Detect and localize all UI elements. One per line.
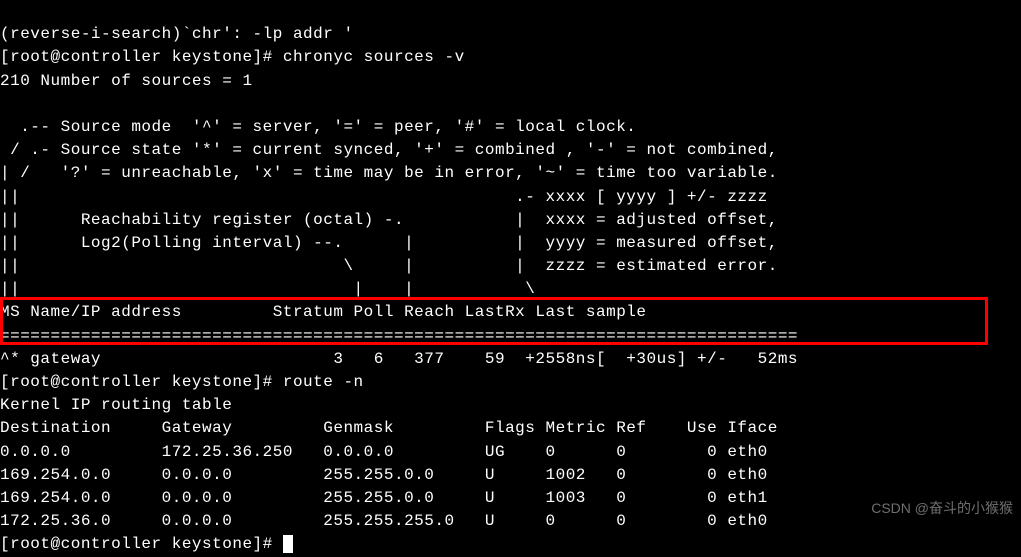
line-legend-offset: || .- xxxx [ yyyy ] +/- zzzz xyxy=(0,188,768,206)
line-routing-title: Kernel IP routing table xyxy=(0,396,232,414)
line-legend-poll: || Log2(Polling interval) --. | | yyyy =… xyxy=(0,234,778,252)
line-route-3: 169.254.0.0 0.0.0.0 255.255.0.0 U 1003 0… xyxy=(0,489,768,507)
line-legend-branch: || | | \ xyxy=(0,280,535,298)
line-legend-mode: .-- Source mode '^' = server, '=' = peer… xyxy=(0,118,636,136)
cursor xyxy=(283,535,293,553)
line-legend-state2: | / '?' = unreachable, 'x' = time may be… xyxy=(0,164,778,182)
line-route-2: 169.254.0.0 0.0.0.0 255.255.0.0 U 1002 0… xyxy=(0,466,768,484)
line-routing-header: Destination Gateway Genmask Flags Metric… xyxy=(0,419,778,437)
line-header: MS Name/IP address Stratum Poll Reach La… xyxy=(0,303,647,321)
line-prompt-current: [root@controller keystone]# xyxy=(0,535,283,553)
line-legend-reach: || Reachability register (octal) -. | xx… xyxy=(0,211,778,229)
line-legend-error: || \ | | zzzz = estimated error. xyxy=(0,257,778,275)
line-gateway-source: ^* gateway 3 6 377 59 +2558ns[ +30us] +/… xyxy=(0,350,798,368)
line-prev: (reverse-i-search)`chr': -lp addr ' xyxy=(0,25,354,43)
terminal-output[interactable]: (reverse-i-search)`chr': -lp addr ' [roo… xyxy=(0,0,1021,557)
line-route-4: 172.25.36.0 0.0.0.0 255.255.255.0 U 0 0 … xyxy=(0,512,768,530)
line-legend-state: / .- Source state '*' = current synced, … xyxy=(0,141,778,159)
watermark-text: CSDN @奋斗的小猴猴 xyxy=(871,498,1013,518)
line-separator: ========================================… xyxy=(0,327,798,345)
line-sources-count: 210 Number of sources = 1 xyxy=(0,72,253,90)
line-prompt-route: [root@controller keystone]# route -n xyxy=(0,373,364,391)
line-route-1: 0.0.0.0 172.25.36.250 0.0.0.0 UG 0 0 0 e… xyxy=(0,443,768,461)
line-prompt-chronyc: [root@controller keystone]# chronyc sour… xyxy=(0,48,465,66)
